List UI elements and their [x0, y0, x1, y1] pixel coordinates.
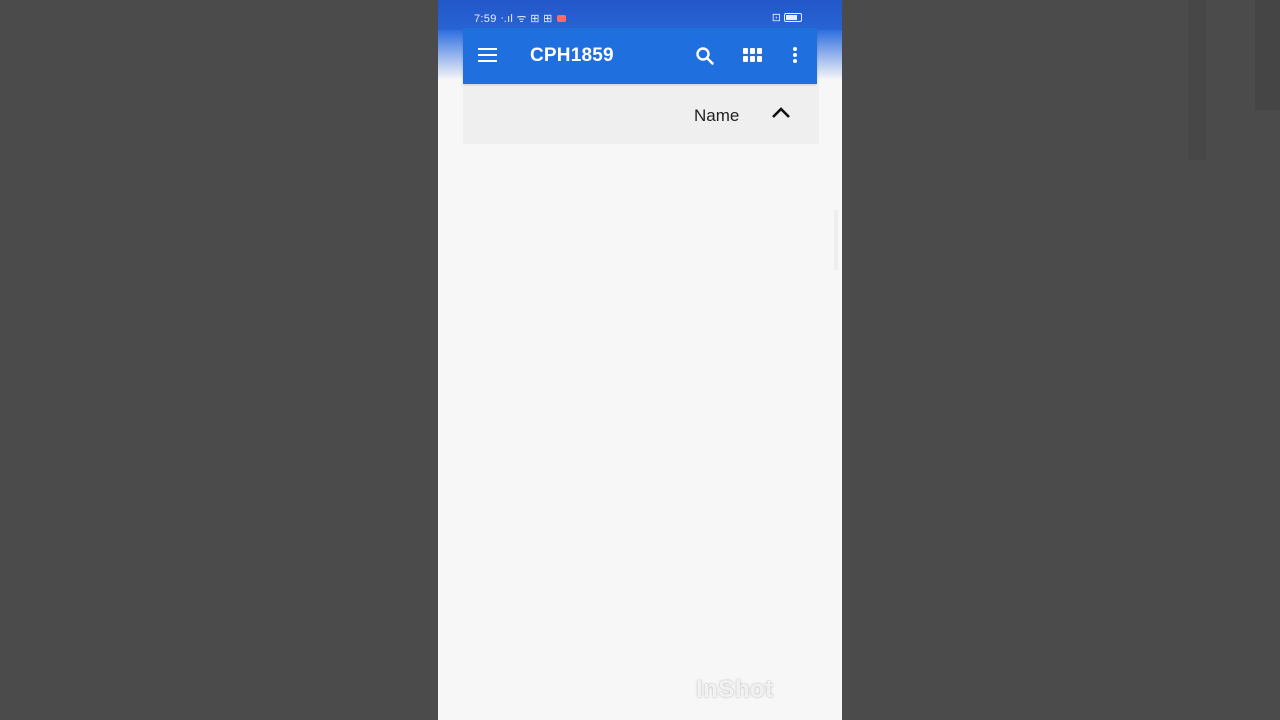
sort-bar: Name: [463, 86, 819, 144]
backdrop-shadow: [1188, 0, 1206, 160]
file-list-empty: [438, 146, 842, 720]
grid-view-icon[interactable]: [743, 48, 763, 64]
scrollbar-track: [834, 210, 838, 270]
backdrop-shadow: [1255, 0, 1280, 110]
app-title: CPH1859: [530, 45, 614, 66]
battery-icon: [784, 13, 802, 22]
status-right: ⊡: [772, 11, 802, 24]
watermark-logo: InShot: [696, 676, 774, 703]
edge-fade: [817, 30, 842, 80]
more-vert-icon[interactable]: [791, 47, 799, 65]
status-time: 7:59: [474, 12, 497, 25]
status-left: 7:59 ᐧ.ıl ᯤ ⊞ ⊞: [474, 11, 566, 26]
search-icon[interactable]: [695, 46, 715, 66]
app-bar: CPH1859: [463, 28, 817, 84]
chevron-up-icon[interactable]: [770, 104, 792, 120]
edge-fade: [438, 30, 463, 80]
battery-text: ⊡: [771, 12, 781, 24]
sort-by-name-button[interactable]: Name: [694, 106, 739, 126]
phone-screen: 7:59 ᐧ.ıl ᯤ ⊞ ⊞ ⊡ CPH1859 Name InShot: [438, 0, 842, 720]
menu-icon[interactable]: [478, 48, 497, 64]
status-indicators: ᐧ.ıl ᯤ ⊞ ⊞: [500, 13, 553, 25]
record-icon: [556, 15, 566, 22]
